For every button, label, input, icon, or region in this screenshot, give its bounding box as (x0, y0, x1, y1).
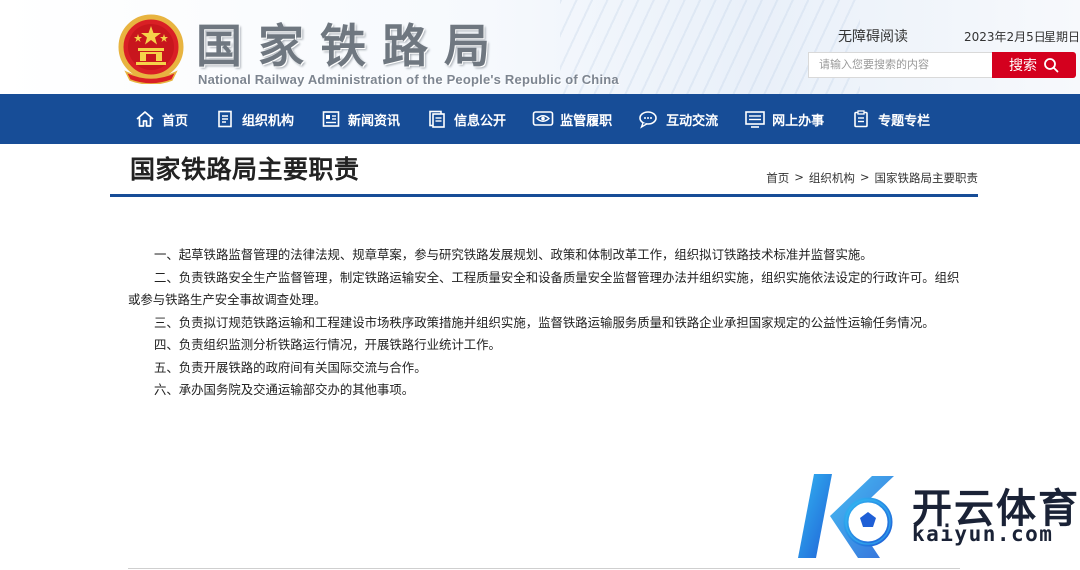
main-nav: 首页 组织机构 新闻资讯 信息公开 监管履职 互动交流 网上办事 专题专栏 (0, 94, 1080, 144)
nav-item-info-open[interactable]: 信息公开 (426, 94, 506, 144)
search-icon (1044, 58, 1059, 73)
org-document-icon (214, 108, 236, 130)
watermark-url-text: kaiyun.com (912, 522, 1054, 546)
chat-icon (638, 108, 660, 130)
nav-item-label: 首页 (162, 113, 189, 129)
nav-item-label: 网上办事 (772, 113, 825, 129)
search-button[interactable]: 搜索 (992, 52, 1076, 78)
online-service-icon (744, 108, 766, 130)
news-icon (320, 108, 342, 130)
nav-item-label: 新闻资讯 (348, 113, 401, 129)
nav-item-label: 监管履职 (560, 113, 613, 129)
duty-paragraph: 五、负责开展铁路的政府间有关国际交流与合作。 (154, 359, 427, 375)
duty-paragraph: 一、起草铁路监督管理的法律法规、规章草案，参与研究铁路发展规划、政策和体制改革工… (154, 247, 873, 262)
search-button-label: 搜索 (1009, 58, 1037, 74)
nav-item-label: 互动交流 (666, 113, 719, 129)
accessible-reading-link[interactable]: 无障碍阅读 (838, 26, 908, 46)
breadcrumb-current-page[interactable]: 国家铁路局主要职责 (875, 170, 979, 186)
nav-item-interaction[interactable]: 互动交流 (638, 94, 718, 144)
nav-item-label: 组织机构 (242, 113, 295, 129)
eye-icon (532, 108, 554, 130)
duty-paragraph: 四、负责组织监测分析铁路运行情况，开展铁路行业统计工作。 (154, 337, 501, 352)
breadcrumb: 首页 > 组织机构 > 国家铁路局主要职责 (766, 170, 978, 186)
nav-item-news[interactable]: 新闻资讯 (320, 94, 400, 144)
site-subtitle: National Railway Administration of the P… (198, 72, 619, 87)
clipboard-icon (850, 108, 872, 130)
search-input[interactable] (808, 52, 994, 78)
current-date: 2023年2月5日 (964, 30, 1046, 44)
article-content: 一、起草铁路监督管理的法律法规、规章草案，参与研究铁路发展规划、政策和体制改革工… (128, 244, 970, 402)
national-emblem-icon (118, 14, 184, 84)
nav-item-special-topics[interactable]: 专题专栏 (850, 94, 930, 144)
duty-paragraph: 二、负责铁路安全生产监督管理，制定铁路运输安全、工程质量安全和设备质量安全监督管… (128, 269, 960, 308)
home-icon (134, 108, 156, 130)
duty-paragraph: 三、负责拟订规范铁路运输和工程建设市场秩序政策措施并组织实施，监督铁路运输服务质… (154, 314, 935, 330)
title-divider (110, 194, 978, 197)
current-weekday: 星期日 (1044, 30, 1080, 44)
breadcrumb-organization-link[interactable]: 组织机构 (809, 170, 855, 186)
nav-item-online-service[interactable]: 网上办事 (744, 94, 824, 144)
breadcrumb-separator: > (859, 170, 870, 184)
nav-list: 首页 组织机构 新闻资讯 信息公开 监管履职 互动交流 网上办事 专题专栏 (134, 94, 956, 144)
breadcrumb-home-link[interactable]: 首页 (766, 170, 789, 186)
duty-paragraph: 六、承办国务院及交通运输部交办的其他事项。 (154, 382, 415, 397)
nav-item-organization[interactable]: 组织机构 (214, 94, 294, 144)
nav-item-supervision[interactable]: 监管履职 (532, 94, 612, 144)
site-title: 国家铁路局 (196, 19, 506, 73)
site-header: 国家铁路局 National Railway Administration of… (0, 0, 1080, 94)
nav-item-home[interactable]: 首页 (134, 94, 188, 144)
nav-item-label: 专题专栏 (878, 113, 931, 129)
page-title: 国家铁路局主要职责 (130, 155, 360, 184)
breadcrumb-separator: > (794, 170, 804, 184)
info-open-icon (426, 108, 448, 130)
nav-item-label: 信息公开 (454, 113, 507, 129)
